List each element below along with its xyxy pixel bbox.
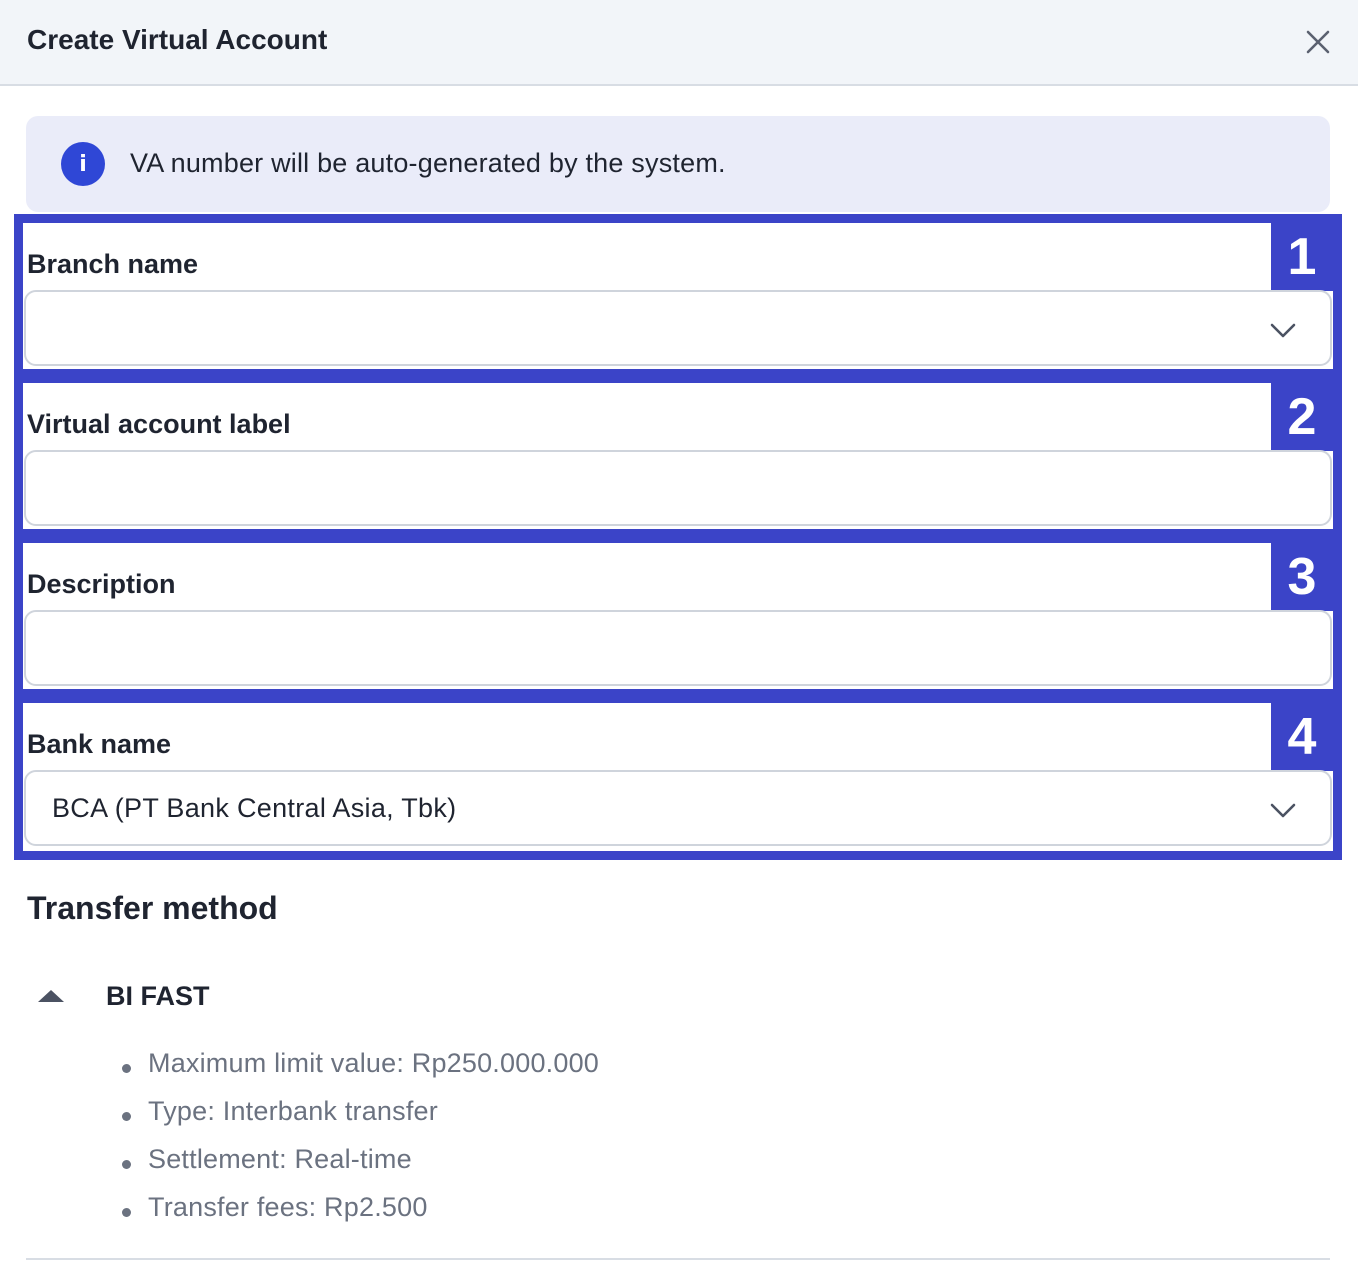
description-input[interactable] [24,610,1332,686]
chevron-down-icon [1268,316,1298,344]
list-item: Maximum limit value: Rp250.000.000 [120,1048,599,1096]
info-banner: i VA number will be auto-generated by th… [26,116,1330,212]
caret-up-icon [38,990,64,1002]
dialog-header: Create Virtual Account [0,0,1358,86]
divider [26,1258,1330,1260]
info-text: VA number will be auto-generated by the … [130,148,726,178]
bank-name-label: Bank name [27,729,172,759]
bi-fast-details: Maximum limit value: Rp250.000.000 Type:… [120,1048,599,1240]
bi-fast-toggle[interactable]: BI FAST [34,978,434,1018]
annotation-badge-4: 4 [1271,703,1333,771]
bi-fast-label: BI FAST [106,981,210,1011]
transfer-method-title: Transfer method [27,890,278,926]
close-icon [1306,30,1330,54]
close-button[interactable] [1300,24,1336,60]
list-item: Settlement: Real-time [120,1144,599,1192]
bank-name-value: BCA (PT Bank Central Asia, Tbk) [52,793,457,823]
info-icon: i [61,142,105,186]
annotation-badge-1: 1 [1271,223,1333,291]
list-item: Transfer fees: Rp2.500 [120,1192,599,1240]
branch-name-label: Branch name [27,249,199,279]
chevron-down-icon [1268,796,1298,824]
annotation-badge-3: 3 [1271,543,1333,611]
bank-name-select[interactable]: BCA (PT Bank Central Asia, Tbk) [24,770,1332,846]
description-label: Description [27,569,176,599]
virtual-account-label-label: Virtual account label [27,409,291,439]
annotation-badge-2: 2 [1271,383,1333,451]
list-item: Type: Interbank transfer [120,1096,599,1144]
dialog-title: Create Virtual Account [27,24,328,55]
virtual-account-label-input[interactable] [24,450,1332,526]
branch-name-select[interactable] [24,290,1332,366]
